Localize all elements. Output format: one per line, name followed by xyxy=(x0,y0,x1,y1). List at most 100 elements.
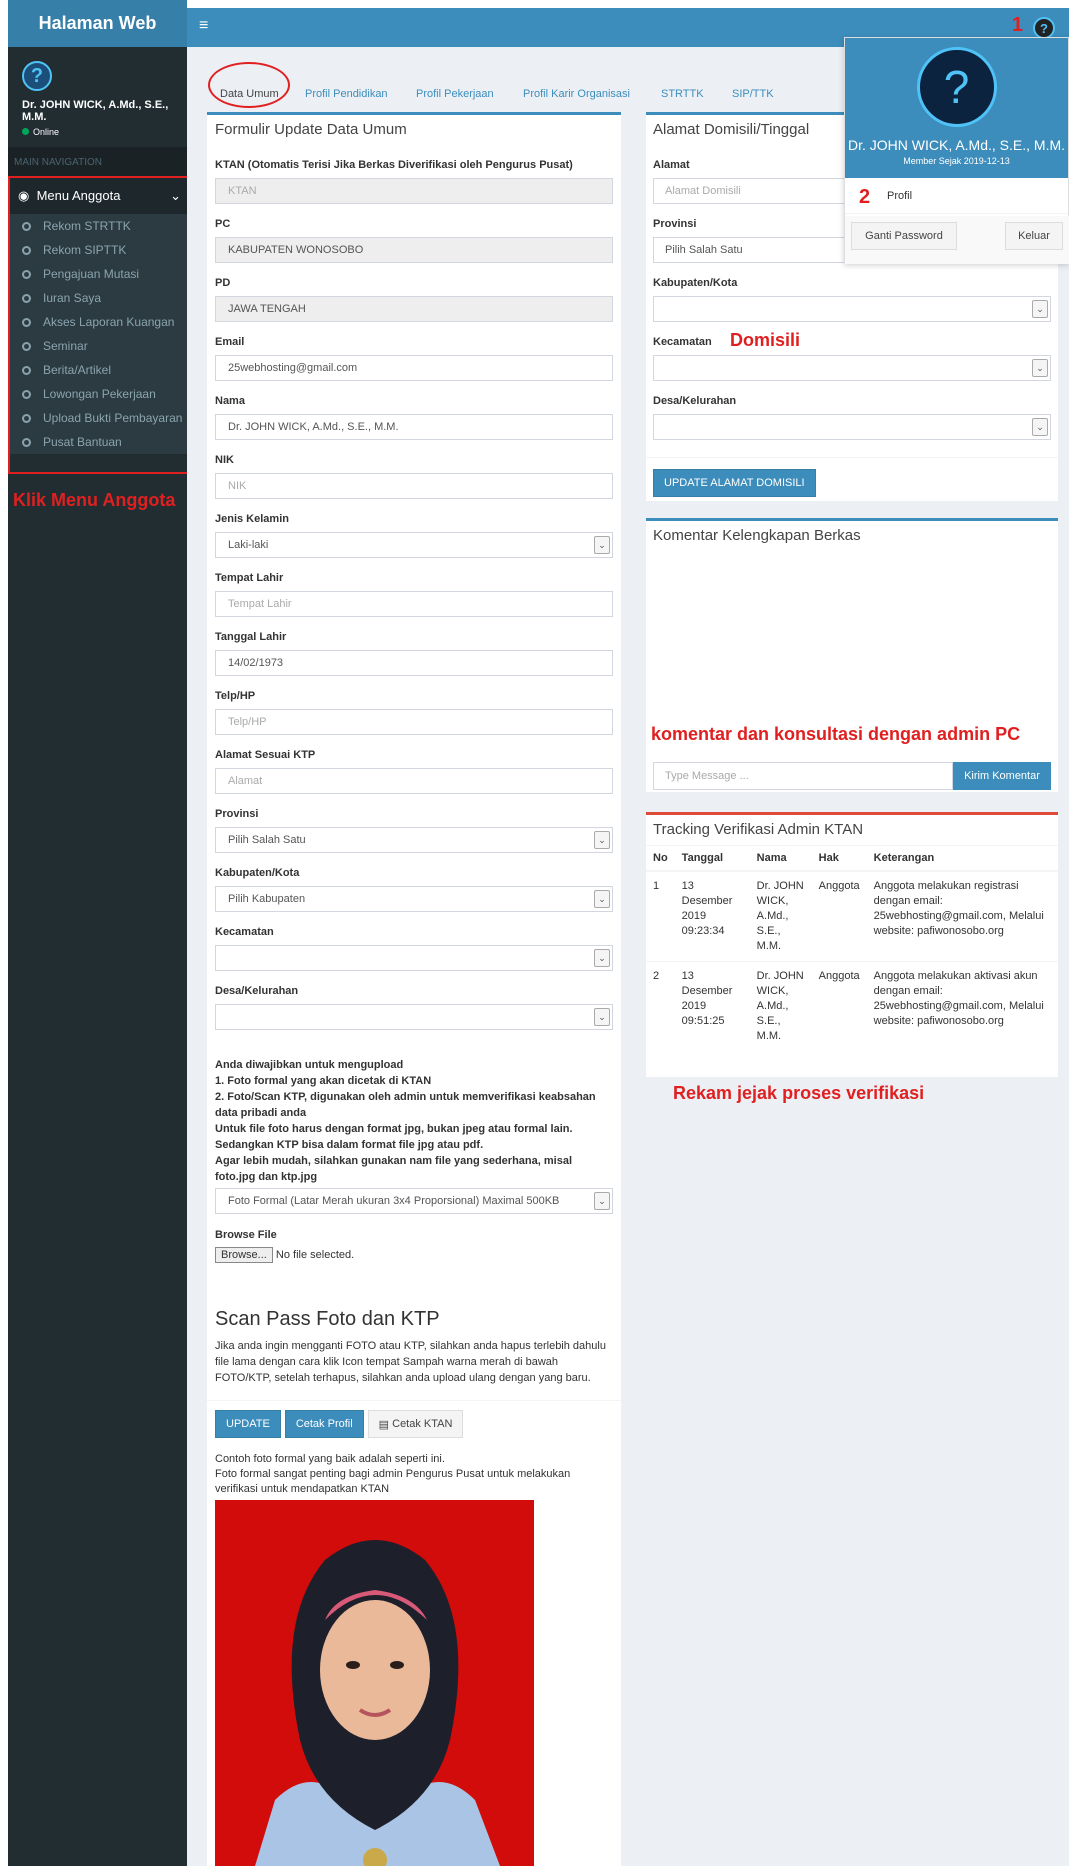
alamat-ktp-field[interactable]: Alamat xyxy=(215,768,613,794)
upload-type-value: Foto Formal (Latar Merah ukuran 3x4 Prop… xyxy=(228,1195,560,1207)
sample-passport-photo xyxy=(215,1500,534,1866)
telp-label: Telp/HP xyxy=(215,690,256,702)
tab-profil-pekerjaan[interactable]: Profil Pekerjaan xyxy=(416,88,494,100)
scan-title: Scan Pass Foto dan KTP xyxy=(215,1308,440,1330)
menu-item-label: Iuran Saya xyxy=(43,291,102,305)
cell-hak: Anggota xyxy=(811,870,867,962)
menu-item-pusat-bantuan[interactable]: Pusat Bantuan xyxy=(10,430,189,454)
tempat-lahir-field[interactable]: Tempat Lahir xyxy=(215,591,613,617)
circle-icon xyxy=(22,341,31,351)
annotation-number-2: 2 xyxy=(859,186,871,208)
keluar-button[interactable]: Keluar xyxy=(1005,222,1063,250)
domisili-kec-select[interactable]: ⌄ xyxy=(653,355,1051,381)
passport-photo-illustration xyxy=(215,1500,534,1866)
komentar-message-input[interactable]: Type Message ... xyxy=(653,762,953,790)
menu-item-iuran-saya[interactable]: Iuran Saya xyxy=(10,286,189,310)
chevron-down-icon: ⌄ xyxy=(594,890,610,908)
nama-field[interactable]: Dr. JOHN WICK, A.Md., S.E., M.M. xyxy=(215,414,613,440)
jenis-kelamin-value: Laki-laki xyxy=(228,539,269,551)
th-keterangan: Keterangan xyxy=(866,845,1058,872)
browse-button[interactable]: Browse... xyxy=(215,1247,273,1263)
menu-item-rekom-strttk[interactable]: Rekom STRTTK xyxy=(10,214,189,238)
email-field[interactable]: 25webhosting@gmail.com xyxy=(215,355,613,381)
email-label: Email xyxy=(215,336,245,348)
brand-logo[interactable]: Halaman Web xyxy=(8,0,187,47)
chevron-down-icon: ⌄ xyxy=(594,949,610,967)
hamburger-icon[interactable]: ≡ xyxy=(199,17,208,35)
tanggal-lahir-field[interactable]: 14/02/1973 xyxy=(215,650,613,676)
browse-file-label: Browse File xyxy=(215,1229,277,1241)
update-button[interactable]: UPDATE xyxy=(215,1410,281,1438)
kabupaten-select[interactable]: Pilih Kabupaten ⌄ xyxy=(215,886,613,912)
menu-item-akses-laporan[interactable]: Akses Laporan Kuangan xyxy=(10,310,189,334)
kirim-komentar-button[interactable]: Kirim Komentar xyxy=(953,762,1051,790)
kecamatan-select[interactable]: ⌄ xyxy=(215,945,613,971)
tab-sipttk[interactable]: SIP/TTK xyxy=(732,88,774,100)
domisili-desa-select[interactable]: ⌄ xyxy=(653,414,1051,440)
menu-item-label: Pusat Bantuan xyxy=(43,435,122,449)
upload-type-select[interactable]: Foto Formal (Latar Merah ukuran 3x4 Prop… xyxy=(215,1188,613,1214)
form-title: Formulir Update Data Umum xyxy=(215,121,407,138)
tempat-lahir-label: Tempat Lahir xyxy=(215,572,284,584)
panel-komentar: Komentar Kelengkapan Berkas Type Message… xyxy=(646,518,1058,792)
cell-no: 1 xyxy=(646,870,675,962)
menu-item-label: Rekom STRTTK xyxy=(43,219,131,233)
domisili-desa-label: Desa/Kelurahan xyxy=(653,395,737,407)
nik-field[interactable]: NIK xyxy=(215,473,613,499)
annotation-rekam-jejak: Rekam jejak proses verifikasi xyxy=(673,1083,925,1103)
menu-item-berita[interactable]: Berita/Artikel xyxy=(10,358,189,382)
provinsi-select[interactable]: Pilih Salah Satu ⌄ xyxy=(215,827,613,853)
panel-tracking: Tracking Verifikasi Admin KTAN No Tangga… xyxy=(646,812,1058,1077)
menu-item-rekom-sipttk[interactable]: Rekom SIPTTK xyxy=(10,238,189,262)
cell-keterangan: Anggota melakukan aktivasi akun dengan e… xyxy=(866,961,1058,1051)
th-nama: Nama xyxy=(749,845,812,872)
menu-item-pengajuan-mutasi[interactable]: Pengajuan Mutasi xyxy=(10,262,189,286)
cetak-ktan-button[interactable]: ▤ Cetak KTAN xyxy=(367,1410,464,1438)
menu-item-seminar[interactable]: Seminar xyxy=(10,334,189,358)
cell-no: 2 xyxy=(646,961,675,1051)
chevron-down-icon: ⌄ xyxy=(594,1008,610,1026)
note-line: Agar lebih mudah, silahkan gunakan nam f… xyxy=(215,1155,572,1183)
jenis-kelamin-select[interactable]: Laki-laki ⌄ xyxy=(215,532,613,558)
tab-profil-karir[interactable]: Profil Karir Organisasi xyxy=(523,88,630,100)
tab-profil-pendidikan[interactable]: Profil Pendidikan xyxy=(305,88,388,100)
ganti-password-button[interactable]: Ganti Password xyxy=(851,222,957,250)
desa-select[interactable]: ⌄ xyxy=(215,1004,613,1030)
status-dot-icon xyxy=(22,128,29,135)
domisili-provinsi-value: Pilih Salah Satu xyxy=(665,244,743,256)
komentar-title: Komentar Kelengkapan Berkas xyxy=(653,527,861,544)
domisili-kab-select[interactable]: ⌄ xyxy=(653,296,1051,322)
user-dropdown: ? Dr. JOHN WICK, A.Md., S.E., M.M. Membe… xyxy=(844,37,1069,264)
cetak-ktan-label: Cetak KTAN xyxy=(392,1418,453,1430)
action-buttons: UPDATE Cetak Profil ▤ Cetak KTAN xyxy=(215,1410,464,1438)
annotation-komentar: komentar dan konsultasi dengan admin PC xyxy=(651,724,1021,744)
menu-item-label: Pengajuan Mutasi xyxy=(43,267,140,281)
user-status: Online xyxy=(22,127,173,137)
pc-field[interactable]: KABUPATEN WONOSOBO xyxy=(215,237,613,263)
note-line: Anda diwajibkan untuk mengupload xyxy=(215,1059,404,1071)
pd-field[interactable]: JAWA TENGAH xyxy=(215,296,613,322)
dropdown-avatar: ? xyxy=(916,47,997,127)
menu-item-label: Seminar xyxy=(43,339,88,353)
chevron-down-icon: ⌄ xyxy=(1032,359,1048,377)
pc-label: PC xyxy=(215,218,231,230)
tab-strttk[interactable]: STRTTK xyxy=(661,88,704,100)
telp-field[interactable]: Telp/HP xyxy=(215,709,613,735)
annotation-number-1: 1 xyxy=(1011,14,1023,36)
profil-link[interactable]: Profil xyxy=(887,190,912,202)
menu-anggota[interactable]: ◉ Menu Anggota ⌄ xyxy=(10,178,189,214)
dropdown-header: ? Dr. JOHN WICK, A.Md., S.E., M.M. Membe… xyxy=(845,38,1068,178)
cell-nama: Dr. JOHN WICK, A.Md., S.E., M.M. xyxy=(749,961,812,1051)
menu-item-lowongan[interactable]: Lowongan Pekerjaan xyxy=(10,382,189,406)
update-domisili-button[interactable]: UPDATE ALAMAT DOMISILI xyxy=(653,469,816,497)
pd-label: PD xyxy=(215,277,231,289)
menu-anggota-highlight: ◉ Menu Anggota ⌄ Rekom STRTTK Rekom SIPT… xyxy=(8,176,191,474)
cetak-profil-button[interactable]: Cetak Profil xyxy=(284,1410,364,1438)
ktan-field[interactable]: KTAN xyxy=(215,178,613,204)
provinsi-label: Provinsi xyxy=(215,808,259,820)
nama-label: Nama xyxy=(215,395,245,407)
menu-item-upload-bukti[interactable]: Upload Bukti Pembayaran xyxy=(10,406,189,430)
user-menu-avatar[interactable]: ? xyxy=(1033,17,1055,39)
table-row: 2 13 Desember 2019 09:51:25 Dr. JOHN WIC… xyxy=(646,961,1058,1051)
circle-icon xyxy=(22,437,31,447)
